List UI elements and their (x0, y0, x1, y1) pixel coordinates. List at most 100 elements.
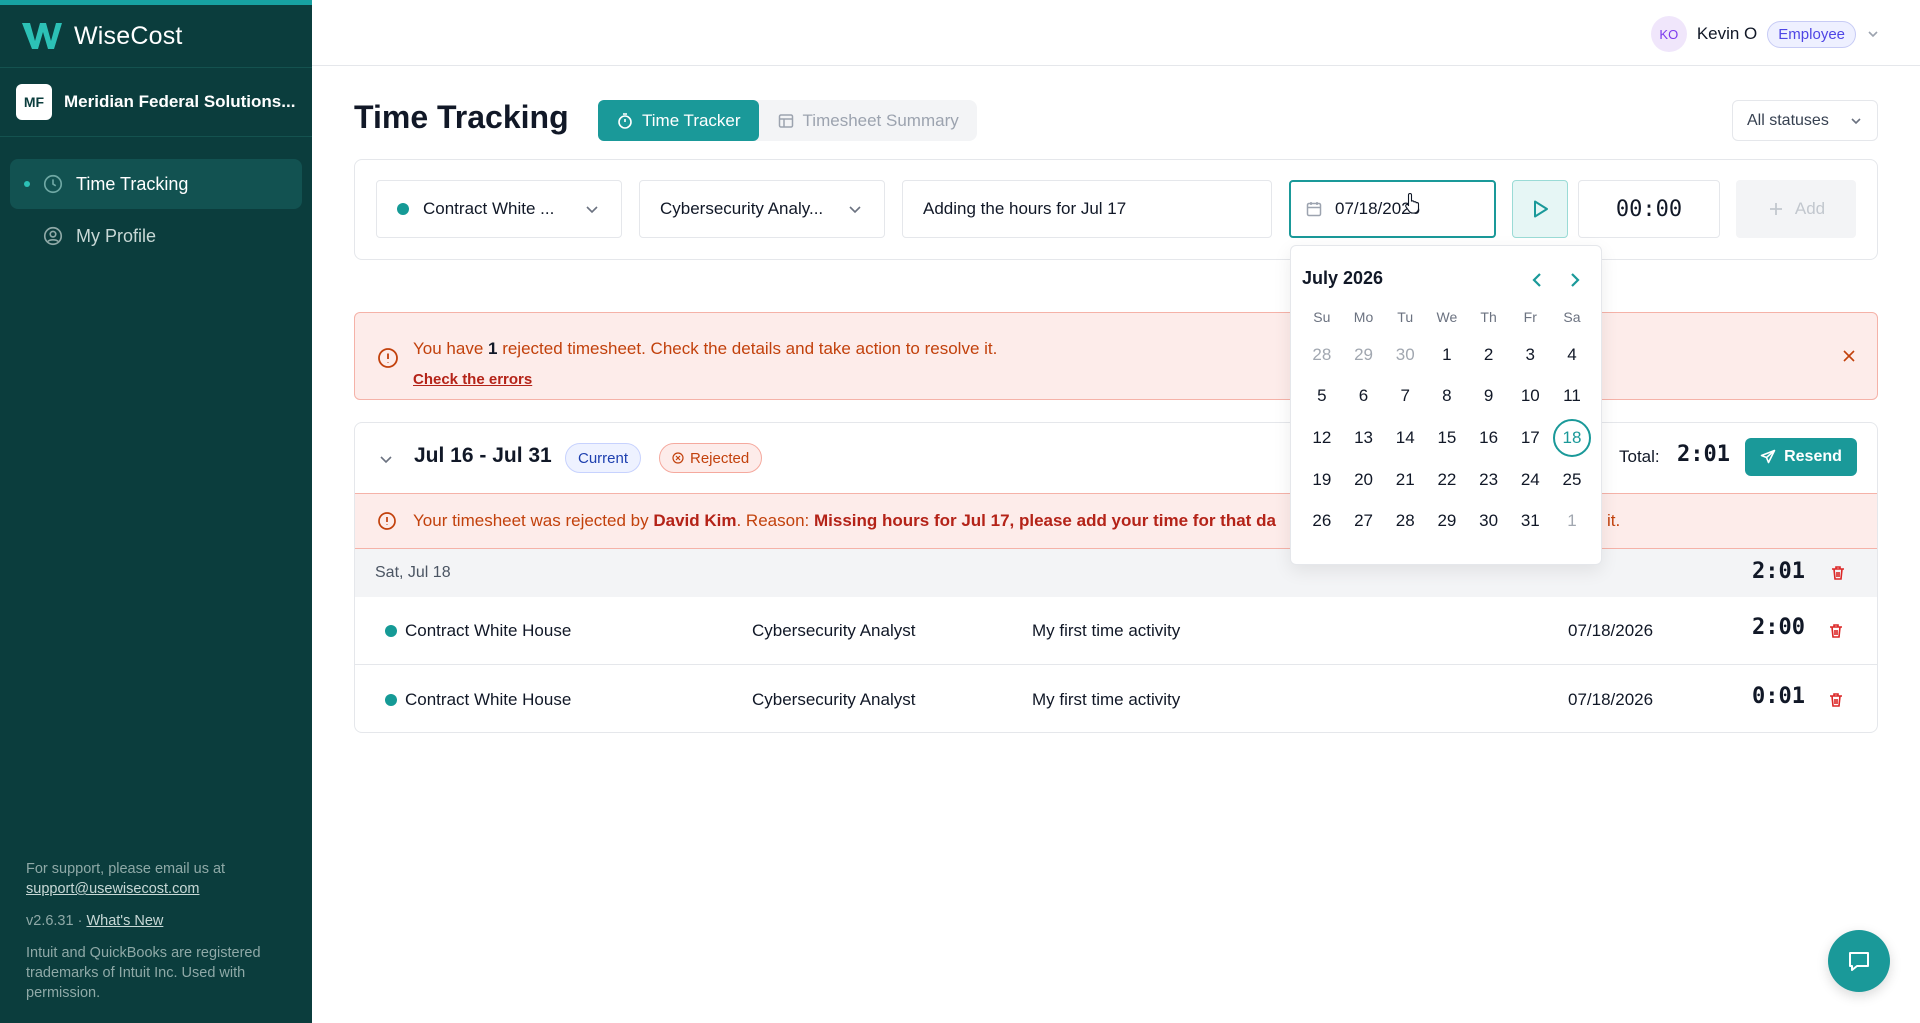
chevron-right-icon[interactable] (1565, 270, 1585, 290)
calendar-day[interactable]: 18 (1551, 417, 1593, 459)
calendar-day[interactable]: 2 (1468, 334, 1510, 376)
brand[interactable]: WiseCost (0, 5, 312, 67)
description-input[interactable]: Adding the hours for Jul 17 (902, 180, 1272, 238)
calendar-day[interactable]: 17 (1509, 417, 1551, 459)
alert-text-post: rejected timesheet. Check the details an… (497, 339, 998, 358)
timer-display[interactable]: 00:00 (1578, 180, 1720, 238)
calendar-day[interactable]: 10 (1509, 376, 1551, 418)
check-errors-link[interactable]: Check the errors (413, 371, 532, 388)
sidebar-item-label: My Profile (76, 225, 157, 246)
calendar-day-label: 30 (1395, 344, 1415, 364)
calendar-day[interactable]: 30 (1384, 334, 1426, 376)
calendar-day[interactable]: 12 (1301, 417, 1343, 459)
entry-description: My first time activity (1032, 690, 1181, 709)
calendar-day[interactable]: 29 (1426, 500, 1468, 542)
rejected-by: David Kim (653, 511, 737, 530)
resend-button[interactable]: Resend (1745, 438, 1857, 476)
day-total: 2:01 (1752, 559, 1805, 584)
view-tabs: Time Tracker Timesheet Summary (598, 100, 977, 141)
wisecost-logo-icon (22, 23, 62, 49)
table-row[interactable]: Contract White House Cybersecurity Analy… (355, 597, 1877, 665)
sidebar-item-my-profile[interactable]: My Profile (10, 211, 302, 261)
close-icon[interactable] (1839, 346, 1859, 366)
resend-label: Resend (1784, 448, 1842, 465)
calendar-day[interactable]: 19 (1301, 459, 1343, 501)
timesheet-card: Jul 16 - Jul 31 Current Rejected Total: … (354, 422, 1878, 733)
add-entry-button[interactable]: Add (1736, 180, 1856, 238)
entry-contract-label: Contract White House (405, 621, 572, 640)
calendar-day[interactable]: 26 (1301, 500, 1343, 542)
clock-icon (43, 174, 63, 194)
calendar-day[interactable]: 3 (1509, 334, 1551, 376)
calendar-day[interactable]: 4 (1551, 334, 1593, 376)
calendar-day[interactable]: 15 (1426, 417, 1468, 459)
plus-icon (1769, 203, 1782, 215)
calendar-day-label: 27 (1354, 511, 1373, 531)
calendar-day[interactable]: 1 (1426, 334, 1468, 376)
date-input[interactable]: 07/18/2026 (1289, 180, 1496, 238)
chevron-left-icon[interactable] (1527, 270, 1547, 290)
support-email-link[interactable]: support@usewisecost.com (26, 881, 199, 897)
app-name: WiseCost (74, 21, 183, 50)
calendar-day-label: 2 (1483, 344, 1494, 364)
role-badge: Employee (1767, 20, 1856, 48)
calendar-day[interactable]: 25 (1551, 459, 1593, 501)
calendar-day[interactable]: 22 (1426, 459, 1468, 501)
table-row[interactable]: Contract White House Cybersecurity Analy… (355, 666, 1877, 732)
sidebar-item-time-tracking[interactable]: Time Tracking (10, 159, 302, 209)
calendar-day-label: 16 (1479, 427, 1499, 447)
day-group-header: Sat, Jul 18 2:01 (355, 549, 1877, 597)
whats-new-link[interactable]: What's New (86, 913, 163, 929)
calendar-day-label: 24 (1520, 469, 1540, 489)
calendar-day[interactable]: 28 (1384, 500, 1426, 542)
calendar-day[interactable]: 1 (1551, 500, 1593, 542)
calendar-day-label: 26 (1312, 511, 1332, 531)
entry-contract: Contract White House (385, 621, 571, 641)
calendar-day-label: 9 (1483, 386, 1494, 406)
calendar-day[interactable]: 5 (1301, 376, 1343, 418)
contract-select[interactable]: Contract White ... (376, 180, 622, 238)
calendar-day-label: 3 (1525, 344, 1536, 364)
calendar-day[interactable]: 6 (1343, 376, 1385, 418)
calendar-day[interactable]: 29 (1343, 334, 1385, 376)
calendar-day[interactable]: 23 (1468, 459, 1510, 501)
entry-role: Cybersecurity Analyst (752, 690, 916, 709)
calendar-day[interactable]: 11 (1551, 376, 1593, 418)
calendar-day[interactable]: 16 (1468, 417, 1510, 459)
calendar-day-label: 1 (1567, 511, 1577, 531)
calendar-day[interactable]: 24 (1509, 459, 1551, 501)
weekday-label: Fr (1523, 309, 1537, 325)
chevron-down-icon[interactable] (377, 450, 395, 468)
entry-contract: Contract White House (385, 690, 571, 710)
calendar-day[interactable]: 31 (1509, 500, 1551, 542)
tab-timesheet-summary[interactable]: Timesheet Summary (759, 100, 977, 141)
calendar-day[interactable]: 7 (1384, 376, 1426, 418)
calendar-day[interactable]: 28 (1301, 334, 1343, 376)
trash-icon[interactable] (1827, 622, 1845, 640)
calendar-day[interactable]: 30 (1468, 500, 1510, 542)
alert-circle-icon (378, 512, 396, 530)
calendar-day-label: 1 (1442, 344, 1452, 364)
start-timer-button[interactable] (1512, 180, 1568, 238)
chat-launcher-button[interactable] (1828, 930, 1890, 992)
calendar-day[interactable]: 27 (1343, 500, 1385, 542)
trash-icon[interactable] (1829, 564, 1847, 582)
trash-icon[interactable] (1827, 691, 1845, 709)
user-menu[interactable]: KO Kevin O Employee (1650, 16, 1880, 52)
role-select[interactable]: Cybersecurity Analy... (639, 180, 885, 238)
calendar-day[interactable]: 13 (1343, 417, 1385, 459)
chevron-down-icon[interactable] (1866, 27, 1880, 41)
calendar-day[interactable]: 20 (1343, 459, 1385, 501)
sidebar-footer: For support, please email us at support@… (26, 859, 296, 1003)
timesheet-header[interactable]: Jul 16 - Jul 31 Current Rejected Total: … (355, 423, 1877, 493)
tab-time-tracker[interactable]: Time Tracker (598, 100, 759, 141)
calendar-day-label: 15 (1437, 427, 1457, 447)
calendar-icon (1306, 202, 1322, 217)
calendar-day[interactable]: 21 (1384, 459, 1426, 501)
calendar-day[interactable]: 9 (1468, 376, 1510, 418)
status-filter-select[interactable]: All statuses (1732, 100, 1878, 141)
calendar-day[interactable]: 14 (1384, 417, 1426, 459)
calendar-day-label: 5 (1317, 386, 1327, 406)
calendar-day[interactable]: 8 (1426, 376, 1468, 418)
org-switcher[interactable]: MF Meridian Federal Solutions... (0, 67, 312, 137)
